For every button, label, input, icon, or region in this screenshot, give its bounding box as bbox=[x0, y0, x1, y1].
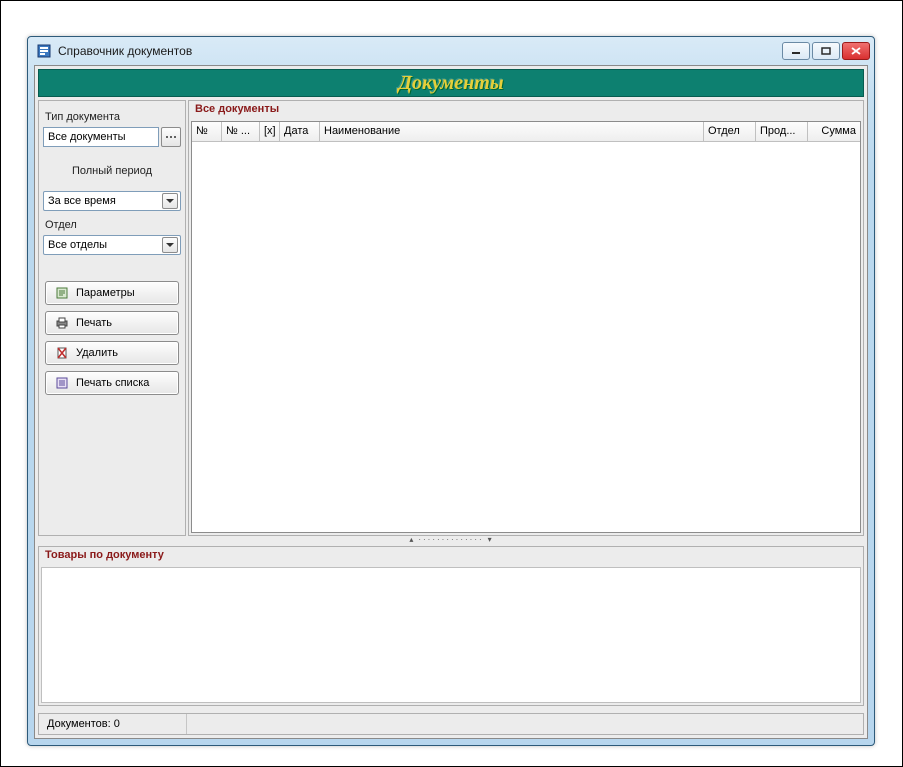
col-sum[interactable]: Сумма bbox=[808, 122, 860, 141]
detail-panel-title: Товары по документу bbox=[39, 547, 863, 565]
chevron-down-icon: ▾ bbox=[488, 535, 493, 544]
period-label: Полный период bbox=[45, 165, 179, 177]
detail-panel-body[interactable] bbox=[41, 567, 861, 703]
printer-icon bbox=[54, 315, 70, 331]
minimize-button[interactable] bbox=[782, 42, 810, 60]
chevron-down-icon bbox=[162, 237, 178, 253]
detail-panel: Товары по документу bbox=[38, 546, 864, 706]
delete-icon bbox=[54, 345, 70, 361]
print-list-label: Печать списка bbox=[76, 377, 149, 389]
sidebar: Тип документа Все документы Полный перио… bbox=[38, 100, 186, 536]
app-icon bbox=[36, 43, 52, 59]
window-frame: Справочник документов Документы bbox=[27, 36, 875, 746]
params-button[interactable]: Параметры bbox=[45, 281, 179, 305]
print-button[interactable]: Печать bbox=[45, 311, 179, 335]
window-title: Справочник документов bbox=[58, 44, 192, 58]
delete-button[interactable]: Удалить bbox=[45, 341, 179, 365]
chevron-down-icon bbox=[162, 193, 178, 209]
print-label: Печать bbox=[76, 317, 112, 329]
col-number2[interactable]: № ... bbox=[222, 122, 260, 141]
params-label: Параметры bbox=[76, 287, 135, 299]
banner: Документы bbox=[38, 69, 864, 97]
documents-panel: Все документы № № ... [x] Дата Наименова… bbox=[188, 100, 864, 536]
print-list-button[interactable]: Печать списка bbox=[45, 371, 179, 395]
col-number[interactable]: № bbox=[192, 122, 222, 141]
documents-grid[interactable]: № № ... [x] Дата Наименование Отдел Прод… bbox=[191, 121, 861, 533]
params-icon bbox=[54, 285, 70, 301]
dept-label: Отдел bbox=[45, 219, 179, 231]
col-flag[interactable]: [x] bbox=[260, 122, 280, 141]
period-value: За все время bbox=[48, 195, 162, 207]
documents-panel-title: Все документы bbox=[189, 101, 863, 119]
period-select[interactable]: За все время bbox=[43, 191, 181, 211]
doc-type-label: Тип документа bbox=[45, 111, 179, 123]
status-bar: Документов: 0 bbox=[38, 713, 864, 735]
grid-header: № № ... [x] Дата Наименование Отдел Прод… bbox=[192, 122, 860, 142]
banner-title: Документы bbox=[398, 72, 503, 95]
doc-type-value: Все документы bbox=[48, 131, 126, 143]
col-seller[interactable]: Прод... bbox=[756, 122, 808, 141]
status-count: Документов: 0 bbox=[39, 714, 187, 734]
chevron-up-icon: ▴ bbox=[409, 535, 414, 544]
doc-type-field[interactable]: Все документы bbox=[43, 127, 159, 147]
list-icon bbox=[54, 375, 70, 391]
col-name[interactable]: Наименование bbox=[320, 122, 704, 141]
col-date[interactable]: Дата bbox=[280, 122, 320, 141]
dept-select[interactable]: Все отделы bbox=[43, 235, 181, 255]
delete-label: Удалить bbox=[76, 347, 118, 359]
maximize-button[interactable] bbox=[812, 42, 840, 60]
client-area: Документы Тип документа Все документы По… bbox=[34, 65, 868, 739]
col-dept[interactable]: Отдел bbox=[704, 122, 756, 141]
close-button[interactable] bbox=[842, 42, 870, 60]
doc-type-browse-button[interactable] bbox=[161, 127, 181, 147]
horizontal-splitter[interactable]: ▴ ·············· ▾ bbox=[38, 536, 864, 542]
dept-value: Все отделы bbox=[48, 239, 162, 251]
splitter-grip-icon: ·············· bbox=[418, 535, 483, 544]
titlebar[interactable]: Справочник документов bbox=[28, 37, 874, 65]
